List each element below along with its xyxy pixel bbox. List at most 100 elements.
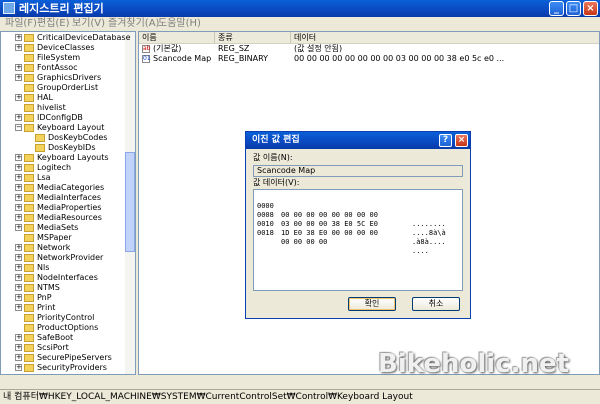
expand-icon[interactable]: + [15, 214, 22, 221]
expand-icon[interactable]: + [15, 254, 22, 261]
expand-icon[interactable]: + [15, 274, 22, 281]
folder-icon [24, 294, 34, 302]
column-header-data[interactable]: 데이터 [291, 32, 599, 43]
menu-view[interactable]: 보기(V) [72, 17, 105, 31]
list-header: 이름 종류 데이터 [139, 32, 599, 44]
expand-icon[interactable]: + [15, 184, 22, 191]
folder-icon [24, 44, 34, 52]
folder-icon [24, 174, 34, 182]
tree-item[interactable]: + PnP [1, 293, 125, 303]
title-bar[interactable]: 레지스트리 편집기 _ □ × [0, 0, 600, 17]
registry-key-tree: + CriticalDeviceDatabase + DeviceClasses Fil… [0, 31, 136, 375]
expand-icon[interactable]: + [15, 44, 22, 51]
folder-icon [35, 144, 45, 152]
menu-favorites[interactable]: 즐겨찾기(A) [108, 17, 159, 31]
tree-item[interactable]: + NodeInterfaces [1, 273, 125, 283]
hex-bytes[interactable]: 00 00 00 00 00 00 00 00 [281, 211, 378, 220]
folder-icon [24, 74, 34, 82]
expand-icon[interactable]: + [15, 194, 22, 201]
hex-ascii[interactable]: .à8à.... [412, 238, 446, 247]
folder-icon [24, 194, 34, 202]
expand-icon[interactable]: + [16, 374, 22, 375]
expand-icon[interactable]: + [15, 304, 22, 311]
expand-icon[interactable]: + [15, 334, 22, 341]
expand-icon[interactable]: + [15, 294, 22, 301]
hex-bytes[interactable]: 00 00 00 00 [281, 238, 327, 247]
expand-icon[interactable]: + [15, 64, 22, 71]
folder-icon [24, 314, 34, 322]
column-header-type[interactable]: 종류 [215, 32, 291, 43]
folder-icon [24, 284, 34, 292]
folder-icon [24, 164, 34, 172]
tree-vertical-scrollbar[interactable] [125, 32, 135, 374]
column-header-name[interactable]: 이름 [139, 32, 215, 43]
folder-icon [24, 184, 34, 192]
window-title: 레지스트리 편집기 [19, 2, 104, 15]
tree-scroll-thumb[interactable] [125, 152, 135, 252]
value-name: Scancode Map [153, 54, 212, 63]
folder-icon [24, 244, 34, 252]
binary-value-icon: 01 [142, 55, 151, 63]
value-data: (값 설정 안됨) [294, 44, 343, 53]
expand-icon[interactable]: + [15, 224, 22, 231]
help-icon[interactable]: ? [439, 134, 452, 147]
folder-icon [24, 344, 34, 352]
expand-icon[interactable]: + [15, 94, 22, 101]
expand-icon[interactable]: + [15, 264, 22, 271]
folder-icon [24, 154, 34, 162]
folder-icon [24, 374, 34, 375]
string-value-icon: ab [142, 45, 151, 53]
expand-icon[interactable]: + [15, 354, 22, 361]
expand-icon[interactable]: + [15, 164, 22, 171]
hex-ascii[interactable]: ....8à\à [412, 229, 446, 238]
menu-edit[interactable]: 편집(E) [37, 17, 70, 31]
folder-icon [24, 84, 34, 92]
folder-icon [24, 114, 34, 122]
collapse-icon[interactable]: − [15, 124, 22, 131]
tree-item[interactable]: GroupOrderList [1, 83, 125, 93]
expand-icon[interactable]: + [15, 34, 22, 41]
value-row-default[interactable]: ab (기본값) REG_SZ (값 설정 안됨) [139, 44, 599, 54]
menu-file[interactable]: 파일(F) [5, 17, 37, 31]
watermark: Bikeholic.net [378, 349, 570, 379]
value-row-scancode-map[interactable]: 01 Scancode Map REG_BINARY 00 00 00 00 0… [139, 54, 599, 64]
expand-icon[interactable]: + [15, 154, 22, 161]
tree-item[interactable]: + Logitech [1, 163, 125, 173]
folder-icon [24, 34, 34, 42]
tree-item[interactable]: + Server Applications [1, 373, 125, 375]
tree-item[interactable]: + NetworkProvider [1, 253, 125, 263]
expand-icon[interactable]: + [15, 74, 22, 81]
folder-icon [24, 324, 34, 332]
close-button[interactable]: × [583, 1, 598, 16]
expand-icon[interactable]: + [15, 244, 22, 251]
hex-row: 0008 03 00 00 00 38 E0 5C E0 ....8à\à [257, 202, 446, 237]
folder-icon [24, 54, 34, 62]
menu-help[interactable]: 도움말(H) [158, 17, 201, 31]
folder-icon [24, 304, 34, 312]
expand-icon[interactable]: + [15, 174, 22, 181]
expand-icon[interactable]: + [15, 364, 22, 371]
expand-icon[interactable]: + [15, 344, 22, 351]
cancel-button[interactable]: 취소 [412, 297, 460, 311]
hex-bytes[interactable]: 03 00 00 00 38 E0 5C E0 [281, 220, 378, 229]
menu-bar: 파일(F) 편집(E) 보기(V) 즐겨찾기(A) 도움말(H) [0, 17, 600, 31]
folder-icon [24, 224, 34, 232]
expand-icon[interactable]: + [15, 204, 22, 211]
expand-icon[interactable]: + [15, 114, 22, 121]
tree-item[interactable]: + NTMS [1, 283, 125, 293]
folder-icon [35, 134, 45, 142]
ok-button[interactable]: 확인 [348, 297, 396, 311]
dialog-close-icon[interactable]: × [455, 134, 468, 147]
folder-icon [24, 204, 34, 212]
hex-row: 0010 1D E0 38 E0 00 00 00 00 .à8à.... [257, 211, 446, 246]
hex-offset: 0018 [257, 229, 274, 237]
value-data-hex-editor[interactable]: 0000 00 00 00 00 00 00 00 00 ........ 00… [253, 189, 463, 291]
hex-ascii[interactable]: ........ [412, 220, 446, 229]
folder-icon [24, 64, 34, 72]
hex-bytes[interactable]: 1D E0 38 E0 00 00 00 00 [281, 229, 378, 238]
minimize-button[interactable]: _ [549, 1, 564, 16]
expand-icon[interactable]: + [15, 284, 22, 291]
maximize-button[interactable]: □ [566, 1, 581, 16]
dialog-title-bar[interactable]: 이진 값 편집 ? × [246, 132, 470, 149]
hex-ascii[interactable]: .... [412, 247, 429, 256]
